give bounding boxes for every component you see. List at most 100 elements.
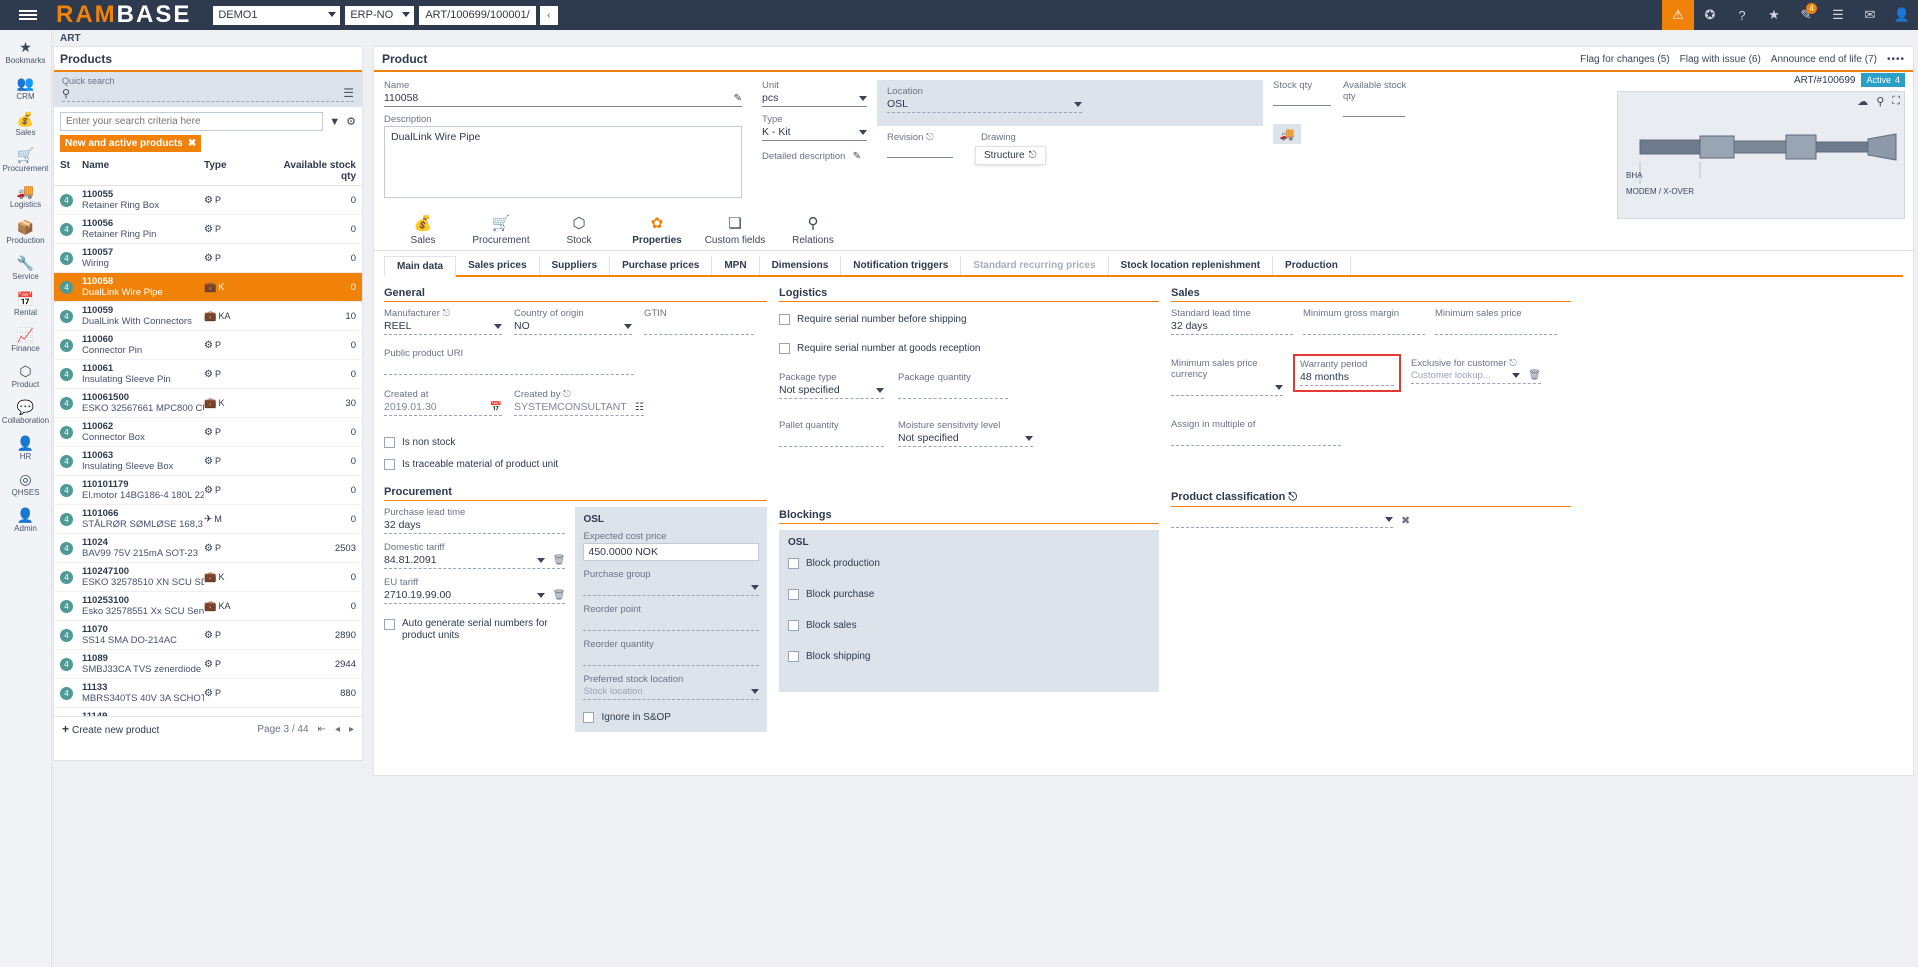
sidebar-item-collaboration[interactable]: 💬Collaboration (0, 394, 51, 430)
is-non-stock-checkbox[interactable]: Is non stock (384, 437, 767, 448)
gear-icon[interactable]: ⚙ (346, 115, 356, 128)
table-row[interactable]: 411089SMBJ33CA TVS zenerdiode 3⚙P2944 (54, 650, 362, 679)
reorder-point-value[interactable] (583, 616, 586, 628)
sidebar-item-logistics[interactable]: 🚚Logistics (0, 178, 51, 214)
search-icon[interactable]: ⚲ (1876, 95, 1884, 108)
fullscreen-icon[interactable]: ⛶ (1892, 95, 1900, 108)
gtin-value[interactable] (644, 320, 647, 332)
attachment-icon[interactable]: ✎4 (1790, 0, 1822, 30)
chevron-down-icon[interactable] (876, 388, 884, 393)
funnel-icon[interactable]: ▼ (329, 116, 340, 128)
tab-stock[interactable]: ⬡Stock (540, 212, 618, 250)
table-row[interactable]: 4110247100ESKO 32578510 XN SCU SDE💼K0 (54, 563, 362, 592)
structure-button[interactable]: Structure ⎋ (975, 146, 1046, 165)
upload-icon[interactable]: ☁ (1857, 95, 1868, 108)
sidebar-item-qhses[interactable]: ◎QHSES (0, 466, 51, 502)
warranty-period-value[interactable]: 48 months (1300, 371, 1349, 383)
clock-icon[interactable]: ✪ (1694, 0, 1726, 30)
chevron-down-icon[interactable] (1275, 385, 1283, 390)
assign-in-multiple-of-value[interactable] (1171, 431, 1174, 443)
name-value[interactable]: 110058 (384, 92, 418, 104)
subtab-stock-location-replenishment[interactable]: Stock location replenishment (1109, 256, 1273, 275)
tasklist-icon[interactable]: ☰ (1822, 0, 1854, 30)
external-link-icon[interactable]: ⎋ (443, 308, 451, 319)
help-icon[interactable]: ? (1726, 0, 1758, 30)
external-link-icon[interactable]: ⎋ (1509, 358, 1517, 369)
menu-icon[interactable] (0, 0, 56, 30)
exclusive-for-customer-value[interactable]: Customer lookup... (1411, 370, 1491, 381)
external-link-icon[interactable]: ⎋ (563, 389, 571, 400)
table-row[interactable]: 4110059DualLink With Connectors💼KA10 (54, 302, 362, 331)
subtab-sales-prices[interactable]: Sales prices (456, 256, 539, 275)
ignore-sop-checkbox[interactable]: Ignore in S&OP (583, 712, 759, 723)
chevron-down-icon[interactable] (751, 689, 759, 694)
company-select[interactable]: DEMO1 (213, 6, 340, 25)
chevron-down-icon[interactable] (751, 585, 759, 590)
sidebar-item-product[interactable]: ⬡Product (0, 358, 51, 394)
product-image[interactable]: BHA MODEM / X-OVER ☁ ⚲ ⛶ (1617, 91, 1905, 219)
chevron-down-icon[interactable] (1074, 102, 1082, 107)
edit-icon[interactable]: ✎ (734, 93, 742, 104)
chevron-down-icon[interactable] (1512, 373, 1520, 378)
table-row[interactable]: 4110253100Esko 32578551 Xx SCU Servo💼KA0 (54, 592, 362, 621)
auto-serial-checkbox[interactable]: Auto generate serial numbers for product… (384, 618, 565, 642)
is-traceable-checkbox[interactable]: Is traceable material of product unit (384, 459, 767, 470)
minimum-sales-price-value[interactable] (1435, 320, 1438, 332)
domestic-tariff-value[interactable]: 84.81.2091 (384, 554, 437, 566)
sidebar-item-crm[interactable]: 👥CRM (0, 70, 51, 106)
block-production-checkbox[interactable]: Block production (788, 558, 1150, 569)
announce-end-of-life-link[interactable]: Announce end of life (7) (1771, 54, 1877, 65)
tab-properties[interactable]: ✿Properties (618, 212, 696, 250)
package-type-value[interactable]: Not specified (779, 384, 840, 396)
external-link-icon[interactable]: ⎋ (1288, 491, 1297, 503)
product-subtabs[interactable]: Main dataSales pricesSuppliersPurchase p… (384, 256, 1903, 277)
tab-procurement[interactable]: 🛒Procurement (462, 212, 540, 250)
subtab-main-data[interactable]: Main data (384, 256, 456, 277)
sidebar-item-hr[interactable]: 👤HR (0, 430, 51, 466)
delete-icon[interactable]: 🗑 (1528, 370, 1541, 381)
table-row[interactable]: 411070SS14 SMA DO-214AC⚙P2890 (54, 621, 362, 650)
sidebar-item-procurement[interactable]: 🛒Procurement (0, 142, 51, 178)
location-value[interactable]: OSL (887, 98, 908, 110)
description-textarea[interactable]: DualLink Wire Pipe (384, 126, 742, 198)
flag-with-issue-link[interactable]: Flag with issue (6) (1680, 54, 1761, 65)
prev-page-icon[interactable]: ◂ (335, 724, 340, 735)
table-row[interactable]: 4110056Retainer Ring Pin⚙P0 (54, 215, 362, 244)
create-new-product-button[interactable]: +Create new product (62, 722, 159, 736)
public-uri-value[interactable] (384, 360, 387, 372)
tab-custom-fields[interactable]: ❏Custom fields (696, 212, 774, 250)
edit-icon[interactable]: ✎ (853, 151, 861, 162)
product-classification-value[interactable] (1171, 513, 1174, 525)
minimum-sales-price-currency-value[interactable] (1171, 381, 1174, 393)
products-list[interactable]: 4110055Retainer Ring Box⚙P04110056Retain… (54, 186, 362, 716)
subtab-purchase-prices[interactable]: Purchase prices (610, 256, 712, 275)
preferred-stock-location-value[interactable]: Stock location (583, 686, 642, 697)
calendar-icon[interactable]: 📅 (490, 402, 502, 413)
chevron-down-icon[interactable] (624, 324, 632, 329)
table-row[interactable]: 4110061500ESKO 32567661 MPC800 CU💼K30 (54, 389, 362, 418)
next-page-icon[interactable]: ▸ (349, 724, 354, 735)
close-icon[interactable]: ✖ (188, 138, 196, 149)
serial-before-shipping-checkbox[interactable]: Require serial number before shipping (779, 314, 1159, 325)
clear-classification-icon[interactable]: ✖ (1401, 514, 1410, 527)
first-page-icon[interactable]: ⇤ (318, 724, 326, 735)
table-row[interactable]: 4110055Retainer Ring Box⚙P0 (54, 186, 362, 215)
expected-cost-price-value[interactable]: 450.0000 NOK (583, 543, 759, 561)
truck-icon[interactable]: 🚚 (1273, 124, 1301, 144)
external-link-icon[interactable]: ⎋ (926, 132, 934, 143)
chevron-down-icon[interactable] (1025, 436, 1033, 441)
delete-icon[interactable]: 🗑 (553, 590, 566, 601)
table-row[interactable]: 4110057Wiring⚙P0 (54, 244, 362, 273)
subtab-dimensions[interactable]: Dimensions (760, 256, 842, 275)
table-row[interactable]: 4110101179El.motor 14BG186-4 180L 22⚙P0 (54, 476, 362, 505)
unit-value[interactable]: pcs (762, 92, 778, 104)
alert-icon[interactable]: ⚠ (1662, 0, 1694, 30)
chevron-down-icon[interactable] (1385, 517, 1393, 522)
block-shipping-checkbox[interactable]: Block shipping (788, 651, 1150, 662)
delete-icon[interactable]: 🗑 (553, 555, 566, 566)
context-path[interactable]: ART/100699/100001/ (419, 6, 535, 25)
tab-sales[interactable]: 💰Sales (384, 212, 462, 250)
table-row[interactable]: 4110063Insulating Sleeve Box⚙P0 (54, 447, 362, 476)
search-input[interactable] (60, 112, 323, 131)
detailed-description-field[interactable]: Detailed description ✎ (762, 148, 867, 162)
